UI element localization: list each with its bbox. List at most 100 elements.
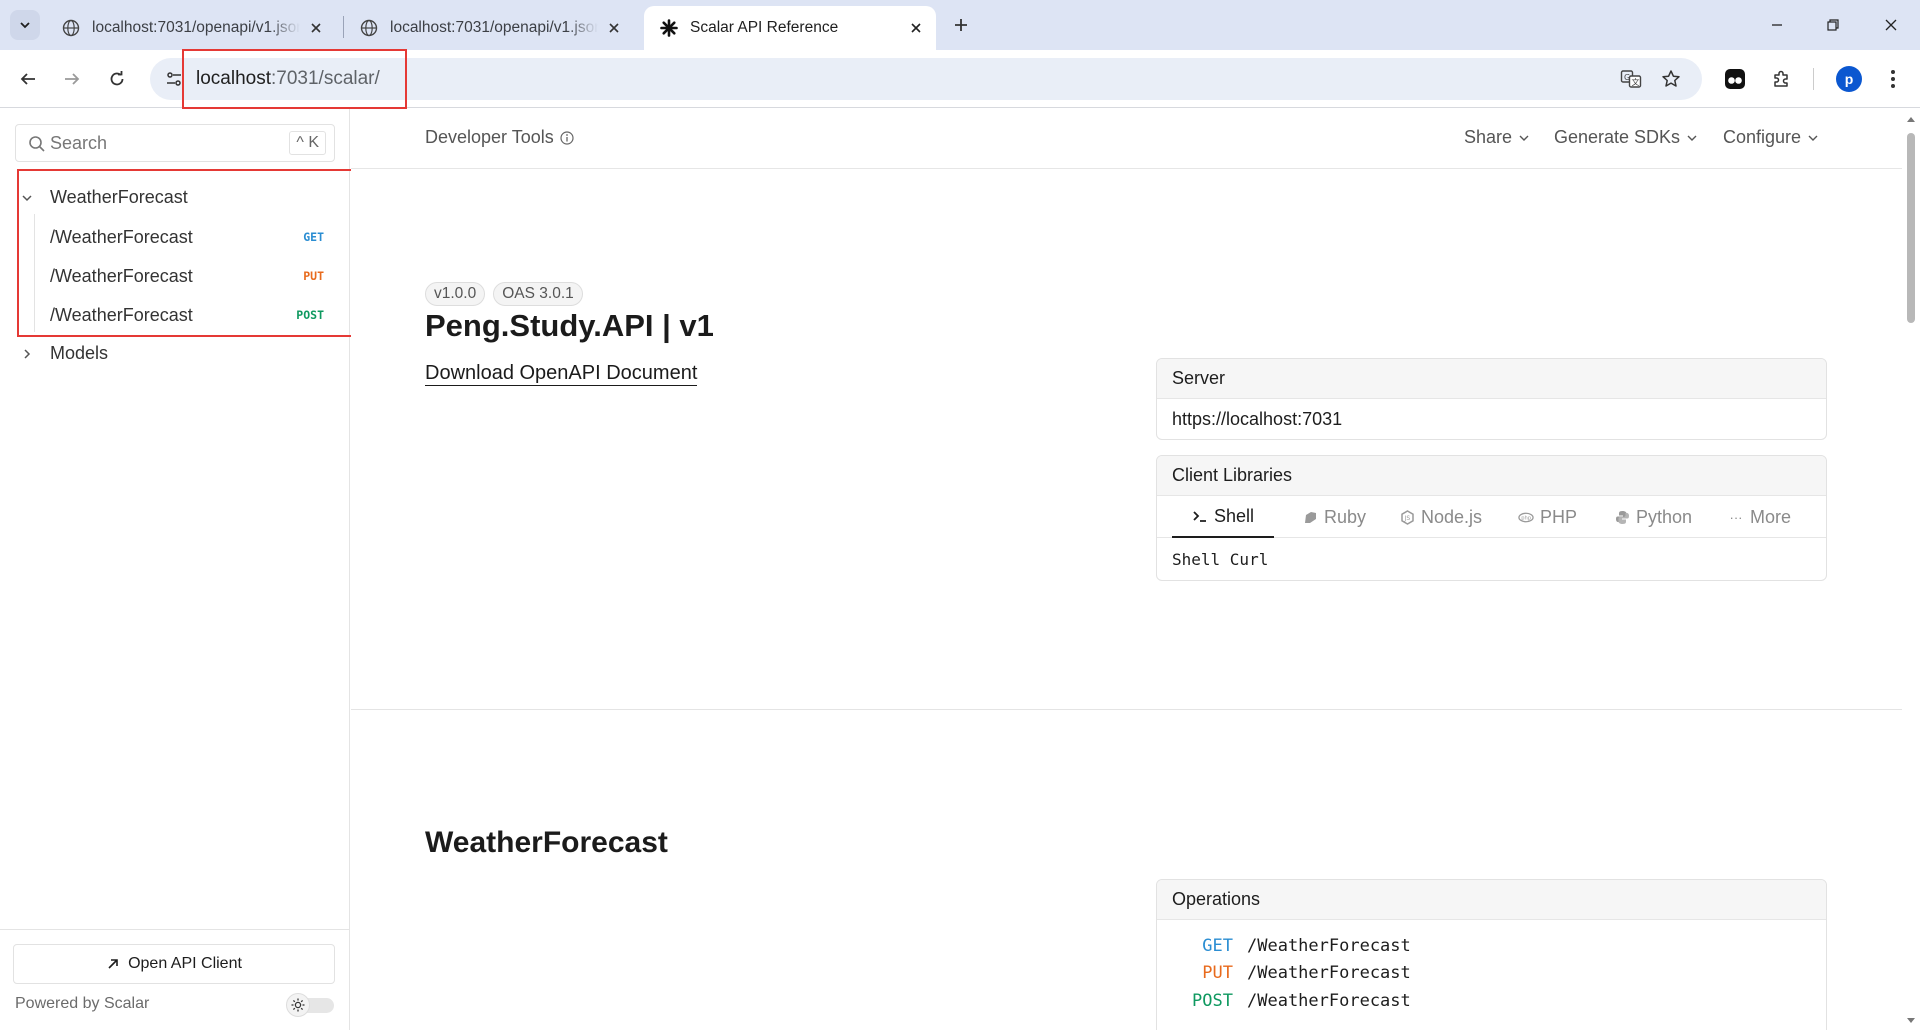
extensions-puzzle-icon[interactable] [1768, 66, 1794, 92]
operations-card: Operations GET /WeatherForecast PUT /Wea… [1156, 879, 1827, 1030]
globe-icon [360, 19, 378, 37]
chevron-down-icon [1687, 135, 1697, 141]
operation-path: /WeatherForecast [1247, 963, 1411, 984]
server-card: Server https://localhost:7031 [1156, 358, 1827, 440]
scroll-down-arrow-icon[interactable] [1906, 1017, 1916, 1025]
browser-tab-2[interactable]: localhost:7031/openapi/v1.json [344, 6, 634, 50]
search-shortcut-hint: ^ K [289, 131, 326, 155]
generate-sdks-menu-label: Generate SDKs [1554, 127, 1681, 147]
sidebar-item-label: /WeatherForecast [50, 265, 193, 286]
tab-label: PHP [1540, 506, 1578, 527]
scalar-logo-icon [660, 19, 678, 37]
sidebar-group-label: WeatherForecast [50, 187, 188, 207]
client-language-tabs: Shell Ruby JS Node.js php PHP Python ···… [1157, 496, 1826, 538]
tab-php[interactable]: php PHP [1518, 496, 1577, 538]
sidebar-item-put-weatherforecast[interactable]: /WeatherForecast PUT [50, 261, 336, 291]
bookmark-star-icon[interactable] [1659, 67, 1683, 91]
download-openapi-link[interactable]: Download OpenAPI Document [425, 361, 698, 386]
url-host: localhost [196, 68, 271, 89]
open-api-client-button[interactable]: Open API Client [13, 944, 335, 984]
operation-path: /WeatherForecast [1247, 935, 1411, 956]
php-icon: php [1518, 509, 1534, 525]
section-divider [351, 709, 1902, 710]
developer-tools-title[interactable]: Developer Tools [425, 127, 574, 148]
api-title: Peng.Study.API | v1 [425, 308, 714, 343]
sidebar-group-models[interactable]: Models [20, 343, 108, 364]
browser-tab-1[interactable]: localhost:7031/openapi/v1.json [46, 6, 336, 50]
server-url-select[interactable]: https://localhost:7031 [1157, 399, 1826, 439]
tab-python[interactable]: Python [1614, 496, 1692, 538]
minimize-icon [1772, 24, 1782, 26]
scroll-up-arrow-icon[interactable] [1906, 115, 1916, 123]
main-content: Developer Tools Share Generate SDKs Conf… [351, 109, 1902, 1030]
scrollbar-thumb[interactable] [1907, 133, 1915, 323]
restore-button[interactable] [1818, 10, 1848, 40]
method-badge-put: PUT [303, 269, 324, 283]
close-tab-icon[interactable] [306, 18, 326, 38]
reload-icon [110, 71, 124, 86]
operations-list: GET /WeatherForecast PUT /WeatherForecas… [1157, 920, 1826, 1015]
extension-tampermonkey-icon[interactable] [1722, 66, 1748, 92]
oas-version-badge: OAS 3.0.1 [493, 282, 583, 306]
arrow-right-icon [65, 73, 80, 85]
search-box[interactable]: ^ K [15, 124, 335, 162]
chevron-down-icon [1519, 135, 1529, 141]
close-tab-icon[interactable] [906, 18, 926, 38]
chevron-right-icon [24, 348, 31, 359]
operation-row-put[interactable]: PUT /WeatherForecast [1157, 960, 1826, 988]
operation-method: PUT [1202, 963, 1233, 984]
dark-mode-toggle[interactable] [286, 993, 336, 1017]
address-bar[interactable]: localhost:7031/scalar/ G文 [150, 58, 1702, 100]
browser-tab-strip: localhost:7031/openapi/v1.json localhost… [0, 0, 1920, 50]
url-text[interactable]: localhost:7031/scalar/ [196, 68, 380, 90]
operation-row-post[interactable]: POST /WeatherForecast [1157, 987, 1826, 1015]
more-options-icon[interactable] [1880, 66, 1906, 92]
plus-icon [955, 19, 967, 31]
more-icon: ··· [1729, 509, 1743, 525]
configure-menu[interactable]: Configure [1723, 127, 1819, 148]
tab-nodejs[interactable]: JS Node.js [1399, 496, 1482, 538]
close-tab-icon[interactable] [604, 18, 624, 38]
browser-toolbar: localhost:7031/scalar/ G文 p [0, 50, 1920, 108]
sidebar-item-post-weatherforecast[interactable]: /WeatherForecast POST [50, 300, 336, 330]
minimize-button[interactable] [1762, 10, 1792, 40]
sidebar-item-get-weatherforecast[interactable]: /WeatherForecast GET [50, 222, 336, 252]
svg-text:文: 文 [1632, 77, 1640, 87]
tab-label: Python [1636, 506, 1693, 527]
forward-button[interactable] [59, 66, 85, 92]
operation-row-get[interactable]: GET /WeatherForecast [1157, 932, 1826, 960]
page-scrollbar[interactable] [1902, 109, 1920, 1030]
chevron-down-icon [1808, 135, 1818, 141]
site-info-icon[interactable] [162, 67, 186, 91]
tab-search-button[interactable] [10, 10, 40, 40]
tab-more[interactable]: ··· More [1728, 496, 1792, 538]
arrow-up-right-icon [108, 959, 118, 969]
back-button[interactable] [15, 66, 41, 92]
share-menu[interactable]: Share [1464, 127, 1530, 148]
translate-icon[interactable]: G文 [1619, 67, 1643, 91]
client-libraries-heading: Client Libraries [1157, 456, 1826, 496]
powered-by-scalar[interactable]: Powered by Scalar [15, 995, 149, 1013]
tab-shell[interactable]: Shell [1172, 496, 1275, 538]
tab-label: Node.js [1421, 506, 1483, 527]
close-window-button[interactable] [1876, 10, 1906, 40]
tab-ruby[interactable]: Ruby [1302, 496, 1366, 538]
tab-label: Ruby [1324, 506, 1367, 527]
chevron-down-icon [22, 194, 32, 201]
configure-menu-label: Configure [1723, 127, 1802, 147]
reload-button[interactable] [104, 66, 130, 92]
method-badge-post: POST [296, 308, 324, 322]
version-badges: v1.0.0 OAS 3.0.1 [425, 282, 583, 306]
new-tab-button[interactable] [948, 12, 974, 38]
sidebar-group-weatherforecast[interactable]: WeatherForecast [20, 187, 188, 208]
browser-tab-active[interactable]: Scalar API Reference [644, 6, 936, 50]
generate-sdks-menu[interactable]: Generate SDKs [1554, 127, 1698, 148]
nodejs-icon: JS [1399, 509, 1415, 525]
tab-label: Shell [1214, 505, 1255, 526]
search-input[interactable] [50, 131, 270, 155]
profile-avatar[interactable]: p [1836, 66, 1862, 92]
operation-method: GET [1202, 935, 1233, 956]
selected-client-label: Shell Curl [1172, 549, 1269, 569]
restore-icon [1827, 19, 1839, 31]
globe-icon [62, 19, 80, 37]
